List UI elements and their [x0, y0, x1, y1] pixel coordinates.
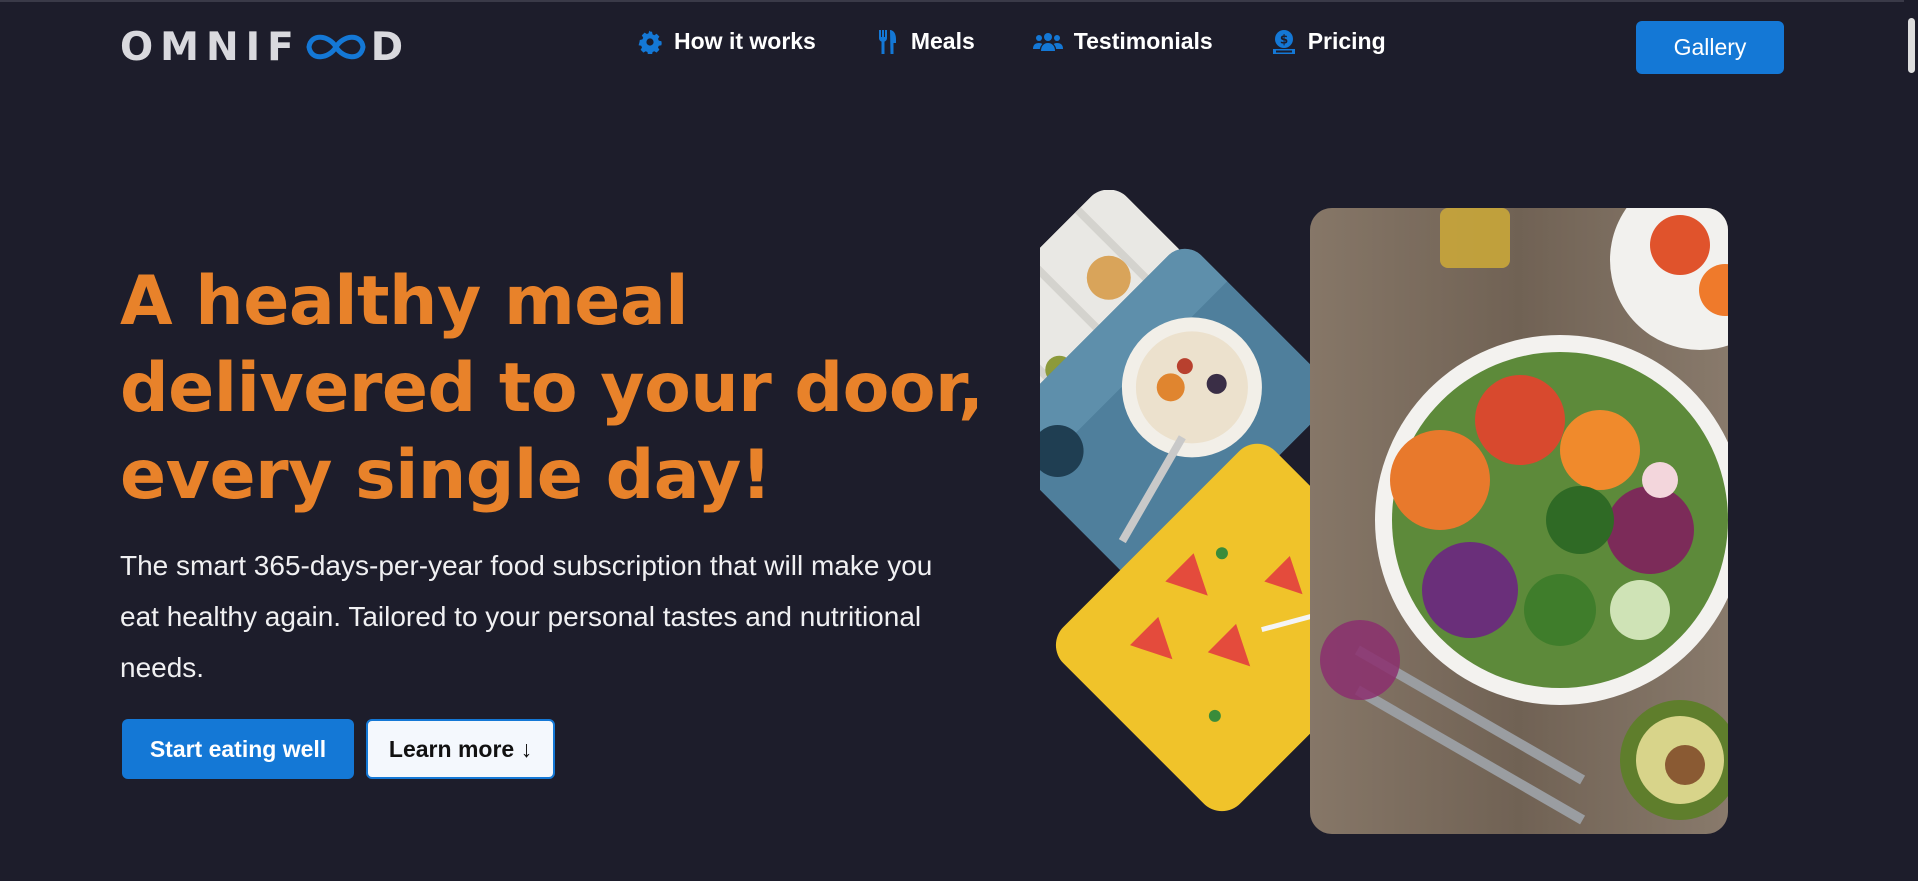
gallery-button[interactable]: Gallery [1636, 21, 1784, 74]
nav-pricing[interactable]: $ Pricing [1271, 28, 1386, 55]
nav-label: Meals [910, 28, 975, 54]
nav-testimonials[interactable]: Testimonials [1032, 28, 1213, 55]
nav-meals[interactable]: Meals [874, 28, 975, 55]
learn-more-button[interactable]: Learn more ↓ [366, 719, 555, 779]
site-header: OMNIF D How it works Meals Testimonials … [0, 0, 1904, 96]
svg-text:$: $ [1280, 32, 1288, 46]
scrollbar-thumb[interactable] [1908, 18, 1915, 73]
hero-food-collage [1040, 190, 1728, 834]
start-eating-well-button[interactable]: Start eating well [122, 719, 354, 779]
hero-description: The smart 365-days-per-year food subscri… [120, 550, 933, 683]
main-nav: How it works Meals Testimonials $ Pricin… [637, 28, 1386, 55]
nav-label: How it works [674, 28, 816, 54]
nav-label: Pricing [1307, 28, 1386, 54]
logo-text-right: D [370, 24, 411, 70]
nav-label: Testimonials [1073, 28, 1213, 54]
omnifood-logo[interactable]: OMNIF D [120, 24, 411, 70]
fork-knife-icon [874, 29, 900, 55]
logo-text-left: OMNIF [120, 24, 301, 70]
users-icon [1032, 29, 1063, 55]
money-icon: $ [1271, 29, 1297, 55]
infinity-icon [306, 34, 366, 60]
page-scrollbar[interactable] [1904, 0, 1918, 881]
hero-title: A healthy meal delivered to your door, e… [120, 262, 984, 515]
nav-how-it-works[interactable]: How it works [637, 28, 816, 55]
salad-bowl-image [1310, 208, 1728, 834]
gear-icon [637, 29, 663, 55]
